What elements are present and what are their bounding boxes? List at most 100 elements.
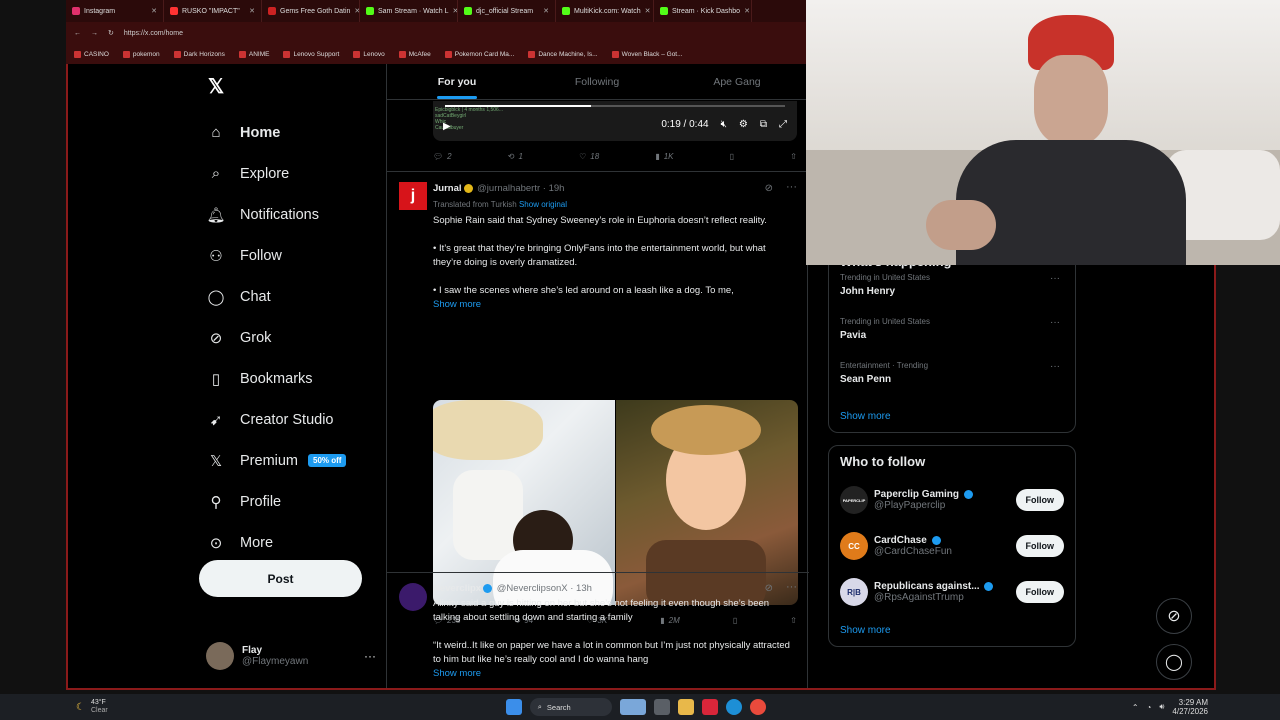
browser-tab[interactable]: RUSKO "IMPACT" ✕ (164, 0, 262, 22)
sidebar-item-profile[interactable]: ⚲ Profile (206, 481, 346, 522)
sidebar-item-grok[interactable]: ⊘ Grok (206, 317, 346, 358)
sidebar-item-notifications[interactable]: 🔔︎ Notifications (206, 194, 346, 235)
sidebar-item-creator-studio[interactable]: ➹ Creator Studio (206, 399, 346, 440)
browser-tab[interactable]: Gems Free Goth Datin ✕ (262, 0, 360, 22)
follow-suggestion[interactable]: PAPERCLIP Paperclip Gaming @PlayPaperclip… (840, 477, 1064, 523)
app-icon[interactable] (749, 699, 766, 715)
weather-widget[interactable]: 43°F Clear (91, 699, 108, 715)
follow-button[interactable]: Follow (1015, 581, 1064, 603)
grok-icon[interactable]: ⊘ (765, 183, 773, 194)
avatar[interactable]: CC (840, 532, 868, 560)
more-dots-icon[interactable]: ··· (1050, 317, 1060, 328)
edge-icon[interactable] (725, 699, 742, 715)
pip-icon[interactable]: ⧉ (760, 119, 767, 130)
network-icon[interactable]: ◔ (1147, 703, 1152, 712)
messages-fab-icon[interactable]: ◯ (1156, 644, 1192, 680)
browser-tab[interactable]: Sam Stream · Watch L ✕ (360, 0, 458, 22)
url-input[interactable]: https://x.com/home (124, 30, 183, 37)
sidebar-item-bookmarks[interactable]: ▯ Bookmarks (206, 358, 346, 399)
task-view-icon[interactable] (653, 699, 670, 715)
trend-item[interactable]: Trending in United States Pavia ··· (840, 313, 1064, 357)
bookmark-item[interactable]: Lenovo (353, 50, 385, 58)
sidebar-item-more[interactable]: ⊙ More (206, 522, 346, 563)
close-icon[interactable]: ✕ (645, 7, 651, 15)
media-app-icon[interactable] (701, 699, 718, 715)
tweet-image-1[interactable] (433, 400, 615, 605)
trend-item[interactable]: Entertainment · Trending Sean Penn ··· (840, 357, 1064, 401)
avatar[interactable]: R|B (840, 578, 868, 606)
tab-for-you[interactable]: For you (387, 64, 527, 99)
reply-button[interactable]: 💬︎ 2 (433, 152, 452, 161)
trend-item[interactable]: Trending in United States John Henry ··· (840, 269, 1064, 313)
post-button[interactable]: Post (199, 560, 362, 597)
account-switcher[interactable]: Flay @Flaymeyawn ··· (206, 642, 376, 670)
share-button[interactable]: ⇧ (790, 152, 797, 161)
more-dots-icon[interactable]: ··· (1050, 273, 1060, 284)
video-progress[interactable] (445, 105, 785, 107)
close-icon[interactable]: ✕ (744, 7, 750, 15)
browser-tab[interactable]: djc_official Stream ✕ (458, 0, 556, 22)
chevron-up-icon[interactable]: ⌃ (1132, 703, 1139, 712)
sidebar-item-chat[interactable]: ◯ Chat (206, 276, 346, 317)
play-icon[interactable]: ▶ (443, 121, 451, 132)
video-player[interactable]: Epicbigblck | 4 months 1,506... sadCatBe… (433, 101, 797, 141)
tab-following[interactable]: Following (527, 64, 667, 99)
show-original-link[interactable]: Show original (519, 200, 567, 209)
browser-tab[interactable]: MultiKick.com: Watch ✕ (556, 0, 654, 22)
bookmark-item[interactable]: pokemon (122, 50, 160, 58)
show-more-link[interactable]: Show more (433, 298, 793, 312)
follow-button[interactable]: Follow (1015, 535, 1064, 557)
fullscreen-icon[interactable]: ⤢ (779, 119, 787, 130)
close-icon[interactable]: ✕ (543, 7, 549, 15)
bookmark-item[interactable]: CASINO (74, 50, 109, 58)
more-dots-icon[interactable]: ··· (1050, 361, 1060, 372)
avatar[interactable]: j (399, 182, 427, 210)
settings-icon[interactable]: ⚙ (739, 119, 748, 130)
follow-button[interactable]: Follow (1015, 489, 1064, 511)
back-icon[interactable]: ← (74, 30, 81, 37)
follow-show-more[interactable]: Show more (840, 615, 1064, 646)
tweet-image-2[interactable] (616, 400, 798, 605)
windows-start-icon[interactable] (505, 699, 522, 715)
close-icon[interactable]: ✕ (249, 7, 255, 15)
more-dots-icon[interactable]: ··· (364, 649, 376, 663)
file-explorer-icon[interactable] (677, 699, 694, 715)
volume-icon[interactable]: 🔊︎ (1159, 702, 1164, 712)
reload-icon[interactable]: ↻ (108, 29, 114, 37)
follow-suggestion[interactable]: R|B Republicans against... @RpsAgainstTru… (840, 569, 1064, 615)
show-more-link[interactable]: Show more (433, 667, 793, 681)
browser-tab[interactable]: Stream · Kick Dashbo ✕ (654, 0, 752, 22)
bookmark-item[interactable]: McAfee (398, 50, 431, 58)
taskbar-search[interactable]: ⌕ Search (529, 698, 612, 716)
bookmark-item[interactable]: ANIME (238, 50, 269, 58)
trends-show-more[interactable]: Show more (840, 401, 1064, 432)
avatar[interactable] (399, 583, 427, 611)
views-button[interactable]: ▮ 1K (655, 152, 673, 161)
clock[interactable]: 3:29 AM 4/27/2026 (1172, 698, 1208, 716)
sidebar-item-explore[interactable]: ⌕ Explore (206, 153, 346, 194)
grok-fab-icon[interactable]: ⊘ (1156, 598, 1192, 634)
bookmark-item[interactable]: Dance Machine, Is... (528, 50, 598, 58)
sidebar-item-follow[interactable]: ⚇ Follow (206, 235, 346, 276)
like-button[interactable]: ♡ 18 (579, 152, 599, 161)
bookmark-item[interactable]: Dark Horizons (173, 50, 225, 58)
widgets-icon[interactable] (619, 699, 646, 715)
bookmark-item[interactable]: Pokemon Card Ma... (444, 50, 514, 58)
more-dots-icon[interactable]: ··· (786, 181, 797, 193)
sidebar-item-premium[interactable]: 𝕏 Premium 50% off (206, 440, 347, 481)
browser-tab[interactable]: Instagram ✕ (66, 0, 164, 22)
close-icon[interactable]: ✕ (151, 7, 157, 15)
more-dots-icon[interactable]: ··· (786, 581, 797, 593)
repost-button[interactable]: ⟲ 1 (508, 152, 523, 161)
x-logo-icon[interactable]: 𝕏 (208, 74, 224, 99)
bookmark-item[interactable]: Lenovo Support (283, 50, 339, 58)
follow-suggestion[interactable]: CC CardChase @CardChaseFun Follow (840, 523, 1064, 569)
grok-icon[interactable]: ⊘ (765, 583, 773, 594)
tab-ape-gang[interactable]: Ape Gang (667, 64, 807, 99)
avatar[interactable]: PAPERCLIP (840, 486, 868, 514)
mute-icon[interactable]: 🔇︎ (721, 119, 727, 130)
bookmark-button[interactable]: ▯ (730, 152, 734, 161)
bookmark-item[interactable]: Woven Black – Got... (611, 50, 683, 58)
sidebar-item-home[interactable]: ⌂ Home (206, 112, 346, 153)
forward-icon[interactable]: → (91, 30, 98, 37)
